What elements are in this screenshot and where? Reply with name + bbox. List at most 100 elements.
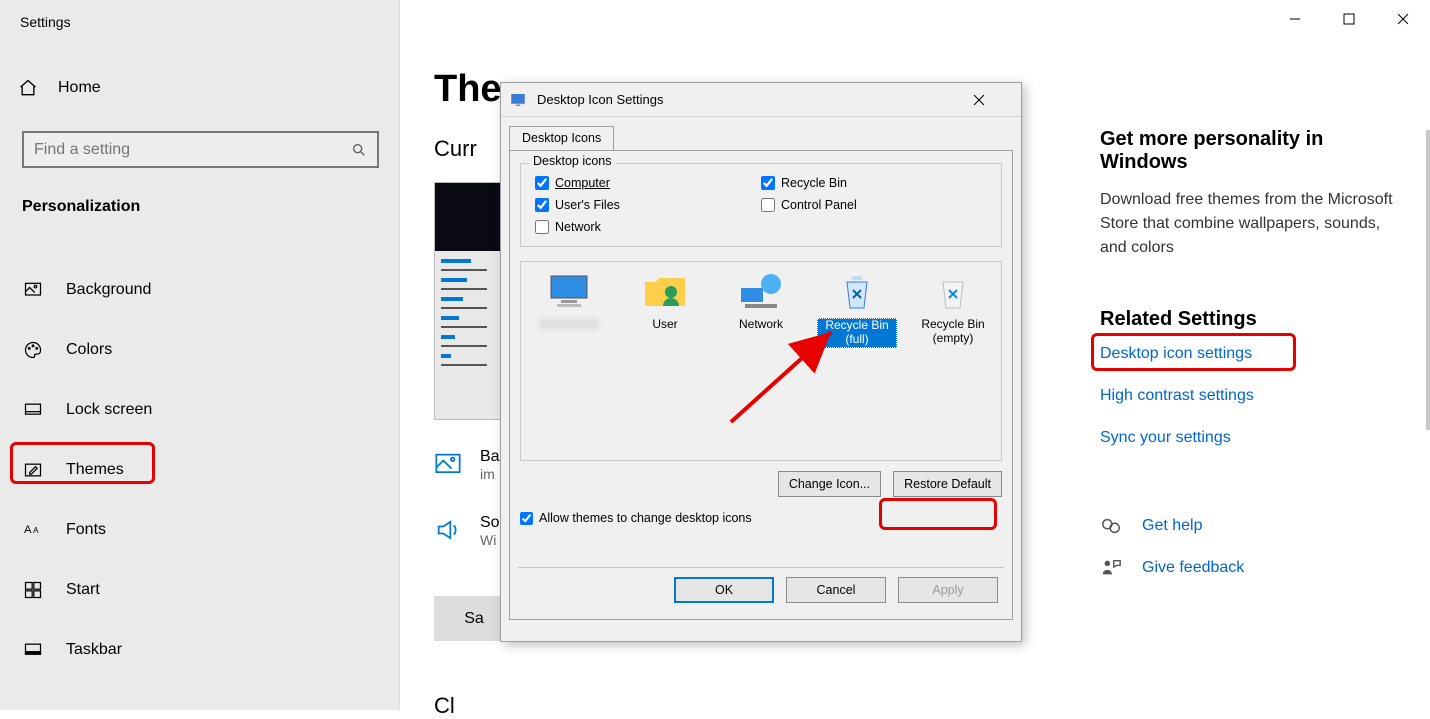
checkbox-label: Computer — [555, 176, 610, 190]
checkbox-control-panel[interactable]: Control Panel — [761, 198, 987, 212]
tab-label: Desktop Icons — [522, 131, 601, 145]
group-legend: Desktop icons — [529, 154, 616, 168]
checkbox-label: Network — [555, 220, 601, 234]
button-label: Change Icon... — [789, 477, 870, 491]
save-label: Sa — [464, 610, 484, 628]
ok-button[interactable]: OK — [674, 577, 774, 603]
search-box[interactable] — [22, 131, 379, 168]
dialog-close-button[interactable] — [973, 94, 1013, 106]
checkbox-users-files[interactable]: User's Files — [535, 198, 761, 212]
tab-desktop-icons[interactable]: Desktop Icons — [509, 126, 614, 151]
category-title: Personalization — [22, 198, 140, 216]
give-feedback-row[interactable]: Give feedback — [1100, 557, 1400, 579]
icon-recycle-bin-empty[interactable]: Recycle Bin (empty) — [913, 272, 993, 346]
icon-label: Network — [739, 317, 783, 331]
recycle-bin-empty-icon — [929, 272, 977, 312]
palette-icon — [22, 339, 44, 361]
setting-row-background[interactable]: Ba im — [434, 448, 500, 482]
cancel-button[interactable]: Cancel — [786, 577, 886, 603]
checkbox-label: Allow themes to change desktop icons — [539, 511, 752, 525]
nav-item-label: Lock screen — [66, 401, 152, 419]
nav-fonts[interactable]: AA Fonts — [0, 500, 399, 560]
nav-item-label: Colors — [66, 341, 112, 359]
close-button[interactable] — [1376, 0, 1430, 38]
checkbox-input[interactable] — [535, 220, 549, 234]
icon-network[interactable]: Network — [721, 272, 801, 332]
icon-user[interactable]: User — [625, 272, 705, 332]
checkbox-input[interactable] — [520, 512, 533, 525]
allow-themes-checkbox[interactable]: Allow themes to change desktop icons — [520, 511, 1002, 525]
scrollbar[interactable] — [1426, 130, 1430, 430]
related-settings-title: Related Settings — [1100, 308, 1400, 331]
nav-item-label: Start — [66, 581, 100, 599]
svg-text:A: A — [24, 524, 32, 536]
nav-item-label: Themes — [66, 461, 124, 479]
checkbox-network[interactable]: Network — [535, 220, 761, 234]
get-help-row[interactable]: Get help — [1100, 515, 1400, 537]
restore-default-button[interactable]: Restore Default — [893, 471, 1002, 497]
button-label: Apply — [932, 583, 963, 597]
checkbox-label: Recycle Bin — [781, 176, 847, 190]
desktop-icons-group: Desktop icons Computer Recycle Bin User'… — [520, 163, 1002, 247]
fonts-icon: AA — [22, 519, 44, 541]
nav-lockscreen[interactable]: Lock screen — [0, 380, 399, 440]
get-help-label: Get help — [1142, 517, 1202, 535]
search-icon — [351, 142, 367, 158]
setting-sub: Wi — [480, 532, 500, 548]
start-grid-icon — [22, 579, 44, 601]
maximize-button[interactable] — [1322, 0, 1376, 38]
icon-label: Recycle Bin (empty) — [921, 317, 984, 345]
icon-label: Recycle Bin (full) — [817, 318, 897, 348]
link-sync-settings[interactable]: Sync your settings — [1100, 429, 1400, 447]
icon-recycle-bin-full[interactable]: Recycle Bin (full) — [817, 272, 897, 348]
home-icon — [18, 78, 38, 98]
checkbox-input[interactable] — [761, 198, 775, 212]
current-theme-heading: Curr — [434, 136, 477, 162]
nav-item-label: Taskbar — [66, 641, 122, 659]
user-folder-icon — [641, 272, 689, 312]
theme-preview — [434, 182, 501, 420]
dialog-app-icon — [509, 91, 527, 109]
checkbox-computer[interactable]: Computer — [535, 176, 761, 190]
nav-colors[interactable]: Colors — [0, 320, 399, 380]
icon-label — [539, 318, 599, 330]
help-icon — [1100, 515, 1122, 537]
apply-button[interactable]: Apply — [898, 577, 998, 603]
checkbox-recycle-bin[interactable]: Recycle Bin — [761, 176, 987, 190]
taskbar-icon — [22, 639, 44, 661]
window-controls — [1268, 0, 1430, 38]
nav-home-label: Home — [58, 79, 101, 97]
link-high-contrast-settings[interactable]: High contrast settings — [1100, 387, 1400, 405]
nav-taskbar[interactable]: Taskbar — [0, 620, 399, 680]
setting-title: So — [480, 514, 500, 532]
nav-themes[interactable]: Themes — [0, 440, 399, 500]
minimize-button[interactable] — [1268, 0, 1322, 38]
search-input[interactable] — [34, 141, 351, 159]
nav-item-label: Fonts — [66, 521, 106, 539]
nav-start[interactable]: Start — [0, 560, 399, 620]
checkbox-input[interactable] — [761, 176, 775, 190]
dialog-titlebar[interactable]: Desktop Icon Settings — [501, 83, 1021, 117]
nav-home[interactable]: Home — [18, 78, 101, 98]
picture-icon — [22, 279, 44, 301]
nav-list: Background Colors Lock screen Themes AA … — [0, 260, 399, 680]
tab-strip: Desktop Icons — [509, 125, 1021, 150]
link-desktop-icon-settings[interactable]: Desktop icon settings — [1100, 345, 1400, 363]
tab-body: Desktop icons Computer Recycle Bin User'… — [509, 150, 1013, 620]
setting-row-sounds[interactable]: So Wi — [434, 514, 500, 548]
button-label: OK — [715, 583, 733, 597]
computer-icon — [545, 272, 593, 312]
dialog-footer: OK Cancel Apply — [518, 567, 1004, 611]
checkbox-input[interactable] — [535, 198, 549, 212]
personality-title: Get more personality in Windows — [1100, 128, 1400, 174]
checkbox-input[interactable] — [535, 176, 549, 190]
nav-item-label: Background — [66, 281, 151, 299]
icon-label: User — [652, 317, 677, 331]
change-icon-button[interactable]: Change Icon... — [778, 471, 881, 497]
nav-background[interactable]: Background — [0, 260, 399, 320]
icon-this-pc[interactable] — [529, 272, 609, 334]
checkbox-label: User's Files — [555, 198, 620, 212]
button-label: Restore Default — [904, 477, 991, 491]
window-title: Settings — [20, 14, 71, 30]
change-theme-heading: Cl — [434, 693, 455, 719]
